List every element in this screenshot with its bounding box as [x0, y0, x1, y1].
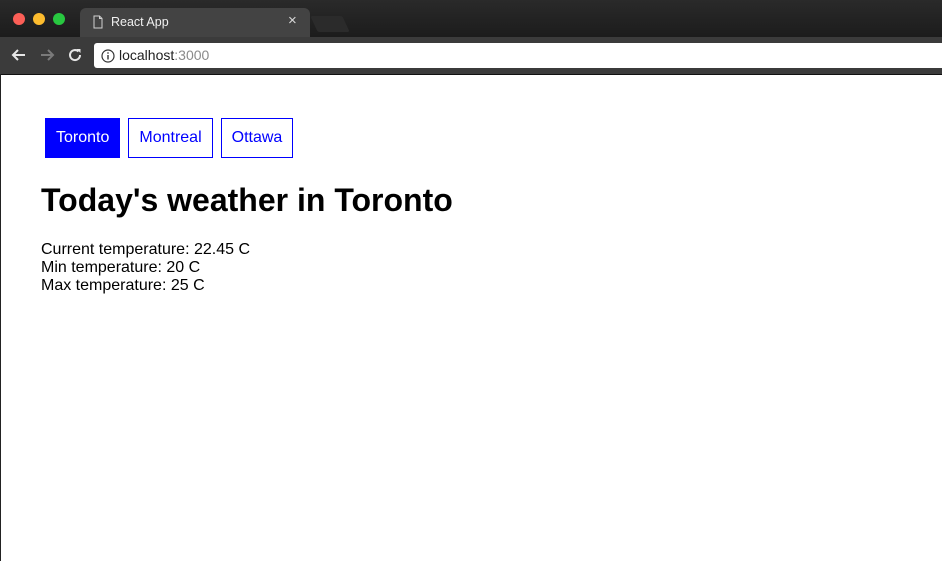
forward-icon[interactable] [37, 45, 57, 65]
browser-chrome: React App × localhost:3000 [0, 0, 942, 74]
browser-tab[interactable]: React App × [80, 8, 310, 37]
back-icon[interactable] [9, 45, 29, 65]
info-icon[interactable] [101, 49, 115, 63]
city-button-toronto[interactable]: Toronto [45, 118, 121, 158]
window-maximize-button[interactable] [53, 13, 65, 25]
city-button-montreal[interactable]: Montreal [128, 118, 213, 158]
url-host: localhost [119, 47, 175, 63]
close-icon[interactable]: × [288, 13, 297, 29]
reload-icon[interactable] [65, 45, 85, 65]
tab-strip: React App × [0, 0, 942, 37]
min-temperature: Min temperature: 20 C [41, 259, 201, 276]
tab-title: React App [111, 15, 169, 29]
window-minimize-button[interactable] [33, 13, 45, 25]
weather-stats: Current temperature: 22.45 C Min tempera… [41, 241, 250, 295]
page-content: Toronto Montreal Ottawa Today's weather … [0, 74, 942, 561]
document-icon [93, 15, 103, 29]
window-close-button[interactable] [13, 13, 25, 25]
url-port: :3000 [174, 47, 210, 63]
address-bar[interactable]: localhost:3000 [94, 43, 942, 68]
url-text[interactable]: localhost:3000 [119, 47, 209, 63]
new-tab-button[interactable] [310, 16, 350, 32]
current-temperature: Current temperature: 22.45 C [41, 241, 250, 258]
city-button-ottawa[interactable]: Ottawa [220, 118, 294, 158]
max-temperature: Max temperature: 25 C [41, 277, 205, 294]
divider [1, 74, 942, 75]
page-title: Today's weather in Toronto [41, 182, 453, 218]
city-selector: Toronto Montreal Ottawa [45, 118, 294, 158]
